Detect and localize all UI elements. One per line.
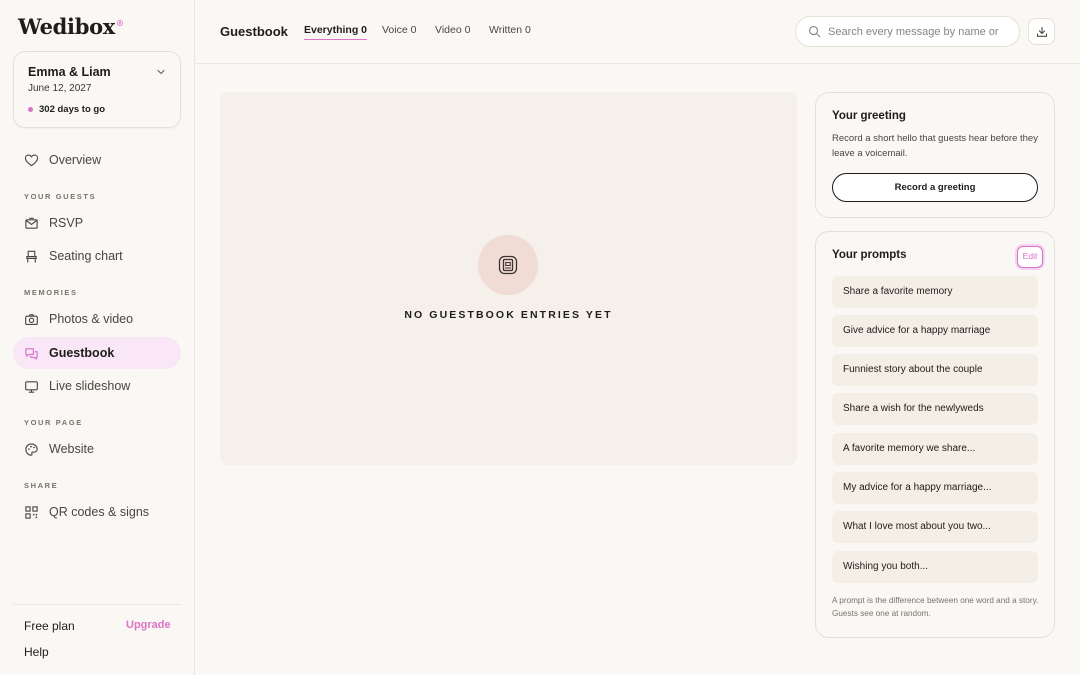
chevron-down-icon bbox=[157, 69, 165, 75]
empty-state-message: NO GUESTBOOK ENTRIES YET bbox=[404, 309, 613, 321]
monitor-icon bbox=[25, 380, 38, 393]
sidebar-item-label: RSVP bbox=[49, 216, 84, 230]
plan-label: Free plan bbox=[24, 619, 75, 633]
help-link[interactable]: Help bbox=[24, 645, 49, 659]
sidebar-item-seating-chart[interactable]: Seating chart bbox=[13, 240, 181, 272]
sidebar-item-label: Website bbox=[49, 442, 94, 456]
search-box[interactable] bbox=[795, 16, 1020, 47]
section-label-your-page: YOUR PAGE bbox=[24, 418, 83, 427]
guestbook-entries-area: NO GUESTBOOK ENTRIES YET bbox=[220, 92, 797, 465]
sidebar-item-website[interactable]: Website bbox=[13, 433, 181, 465]
wedibox-logo[interactable]: Wedibox® bbox=[18, 14, 124, 39]
sidebar-item-label: Overview bbox=[49, 153, 102, 167]
prompts-card: Your prompts Edit Share a favorite memor… bbox=[815, 231, 1055, 638]
tab-voice[interactable]: Voice 0 bbox=[382, 24, 416, 39]
tab-written[interactable]: Written 0 bbox=[489, 24, 531, 39]
sidebar-item-label: QR codes & signs bbox=[49, 505, 150, 519]
sidebar-item-overview[interactable]: Overview bbox=[13, 144, 181, 176]
upgrade-link[interactable]: Upgrade bbox=[126, 619, 171, 631]
download-button[interactable] bbox=[1028, 18, 1055, 45]
search-icon bbox=[809, 26, 821, 38]
sidebar: Wedibox® Emma & Liam June 12, 2027 302 d… bbox=[0, 0, 195, 675]
prompts-help-note: A prompt is the difference between one w… bbox=[832, 596, 1039, 618]
prompt-item[interactable]: What I love most about you two... bbox=[832, 511, 1038, 543]
qr-code-icon bbox=[25, 505, 38, 519]
section-label-guests: YOUR GUESTS bbox=[24, 192, 97, 201]
edit-prompts-button[interactable]: Edit bbox=[1017, 246, 1043, 268]
sidebar-item-photos-video[interactable]: Photos & video bbox=[13, 303, 181, 335]
prompt-item[interactable]: Share a wish for the newlyweds bbox=[832, 393, 1038, 425]
event-switcher[interactable]: Emma & Liam June 12, 2027 302 days to go bbox=[13, 51, 181, 128]
event-countdown: 302 days to go bbox=[28, 104, 105, 115]
sidebar-divider bbox=[13, 604, 181, 605]
page-header: Guestbook Everything 0 Voice 0 Video 0 W… bbox=[195, 0, 1080, 64]
sidebar-item-label: Guestbook bbox=[49, 346, 115, 360]
heart-icon bbox=[24, 154, 39, 166]
prompt-item[interactable]: Funniest story about the couple bbox=[832, 354, 1038, 386]
countdown-dot bbox=[28, 107, 33, 112]
tab-everything[interactable]: Everything 0 bbox=[304, 24, 368, 40]
sidebar-item-rsvp[interactable]: RSVP bbox=[13, 207, 181, 239]
prompt-item[interactable]: Wishing you both... bbox=[832, 551, 1038, 583]
chair-icon bbox=[26, 250, 37, 263]
sidebar-item-label: Photos & video bbox=[49, 312, 134, 326]
greeting-card: Your greeting Record a short hello that … bbox=[815, 92, 1055, 218]
guestbook-icon bbox=[498, 255, 518, 275]
section-label-memories: MEMORIES bbox=[24, 288, 78, 297]
envelope-icon bbox=[25, 217, 38, 229]
prompts-title: Your prompts bbox=[832, 249, 907, 261]
chat-bubbles-icon bbox=[25, 347, 38, 360]
palette-icon bbox=[25, 442, 38, 456]
prompt-item[interactable]: My advice for a happy marriage... bbox=[832, 472, 1038, 504]
sidebar-item-qr-codes[interactable]: QR codes & signs bbox=[13, 496, 181, 528]
record-greeting-button[interactable]: Record a greeting bbox=[832, 173, 1038, 202]
sidebar-item-label: Live slideshow bbox=[49, 379, 131, 393]
section-label-share: SHARE bbox=[24, 481, 59, 490]
empty-state-badge bbox=[478, 235, 538, 295]
greeting-title: Your greeting bbox=[832, 110, 906, 122]
prompt-item[interactable]: Share a favorite memory bbox=[832, 276, 1038, 308]
greeting-description: Record a short hello that guests hear be… bbox=[832, 133, 1038, 159]
event-date: June 12, 2027 bbox=[28, 83, 92, 94]
sidebar-item-live-slideshow[interactable]: Live slideshow bbox=[13, 370, 181, 402]
camera-icon bbox=[25, 313, 38, 325]
prompt-item[interactable]: A favorite memory we share... bbox=[832, 433, 1038, 465]
prompt-item[interactable]: Give advice for a happy marriage bbox=[832, 315, 1038, 347]
sidebar-item-guestbook[interactable]: Guestbook bbox=[13, 337, 181, 369]
search-input[interactable] bbox=[828, 25, 1013, 38]
tab-video[interactable]: Video 0 bbox=[435, 24, 470, 39]
page-title: Guestbook bbox=[220, 24, 288, 39]
sidebar-item-label: Seating chart bbox=[49, 249, 123, 263]
download-icon bbox=[1036, 26, 1047, 37]
logo-registered-mark: ® bbox=[116, 18, 124, 28]
event-name: Emma & Liam bbox=[28, 65, 111, 79]
